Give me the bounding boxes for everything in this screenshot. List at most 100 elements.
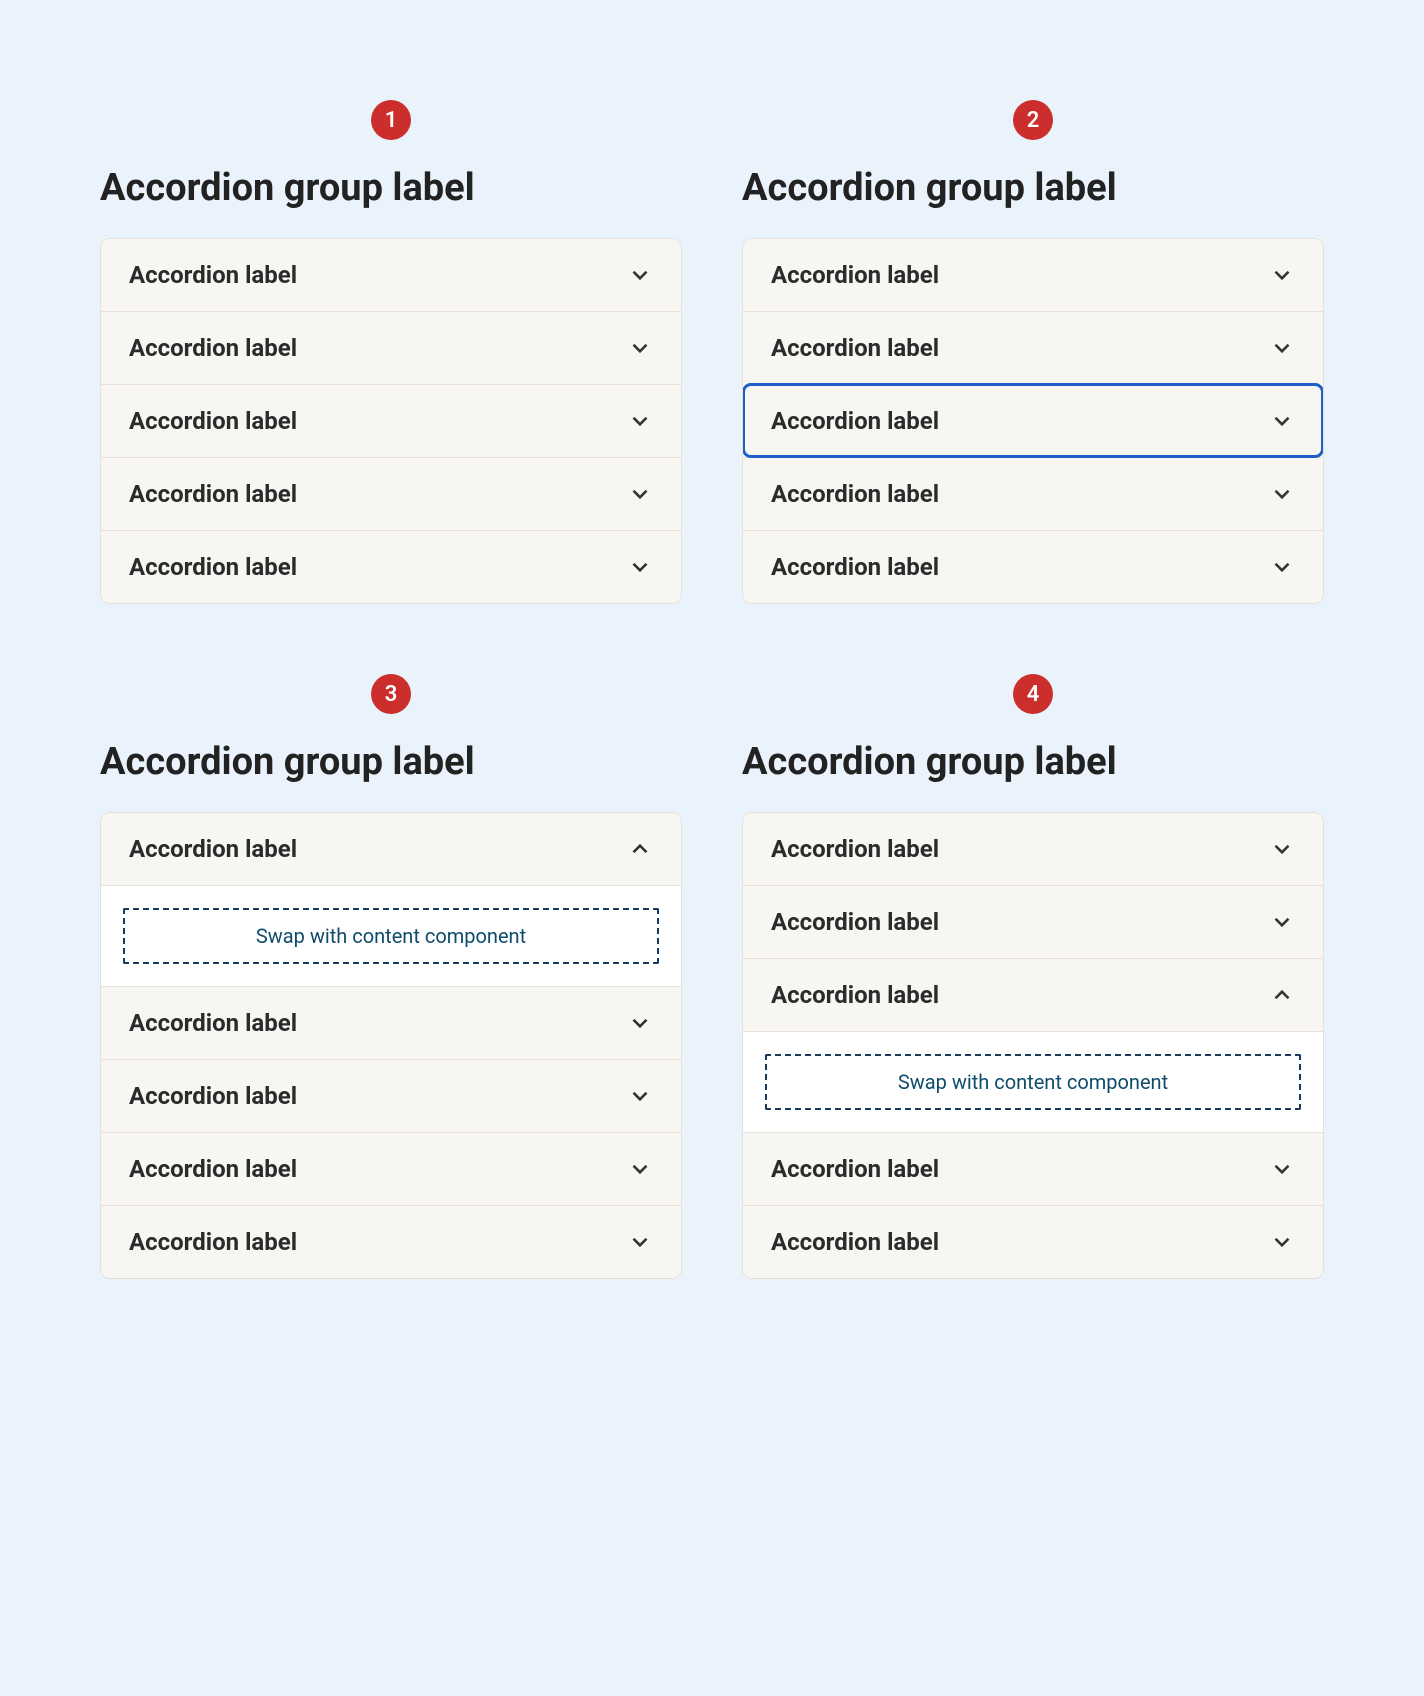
chevron-up-icon [1269, 982, 1295, 1008]
chevron-down-icon [627, 1229, 653, 1255]
accordion-label: Accordion label [771, 261, 939, 289]
accordion-item: Accordion label [101, 1059, 681, 1132]
accordion-label: Accordion label [129, 1228, 297, 1256]
accordion-group: Accordion label Accordion label Accordio… [100, 238, 682, 604]
chevron-down-icon [1269, 335, 1295, 361]
chevron-down-icon [1269, 481, 1295, 507]
accordion-header[interactable]: Accordion label [101, 311, 681, 384]
chevron-down-icon [627, 1156, 653, 1182]
accordion-item: Accordion label [743, 813, 1323, 885]
accordion-panel: Swap with content component [743, 1031, 1323, 1132]
accordion-header[interactable]: Accordion label [743, 530, 1323, 603]
accordion-label: Accordion label [771, 835, 939, 863]
accordion-item: Accordion label [101, 457, 681, 530]
accordion-label: Accordion label [129, 1082, 297, 1110]
accordion-item: Accordion label [743, 384, 1323, 457]
chevron-down-icon [1269, 1229, 1295, 1255]
accordion-item: Accordion label [101, 311, 681, 384]
accordion-label: Accordion label [771, 553, 939, 581]
accordion-group-label: Accordion group label [100, 166, 682, 210]
accordion-group: Accordion label Swap with content compon… [100, 812, 682, 1279]
accordion-header[interactable]: Accordion label [101, 530, 681, 603]
accordion-panel: Swap with content component [101, 885, 681, 986]
example-1: 1 Accordion group label Accordion label … [100, 100, 682, 604]
example-badge: 1 [371, 100, 411, 140]
accordion-label: Accordion label [129, 835, 297, 863]
chevron-down-icon [627, 1010, 653, 1036]
example-badge: 4 [1013, 674, 1053, 714]
accordion-header-focused[interactable]: Accordion label [743, 384, 1323, 457]
chevron-down-icon [627, 1083, 653, 1109]
accordion-item: Accordion label Swap with content compon… [101, 813, 681, 986]
accordion-header[interactable]: Accordion label [743, 1205, 1323, 1278]
accordion-label: Accordion label [771, 334, 939, 362]
accordion-item: Accordion label [101, 239, 681, 311]
accordion-item: Accordion label [743, 457, 1323, 530]
accordion-header[interactable]: Accordion label [101, 457, 681, 530]
accordion-header[interactable]: Accordion label [101, 986, 681, 1059]
example-3: 3 Accordion group label Accordion label … [100, 674, 682, 1279]
example-2: 2 Accordion group label Accordion label … [742, 100, 1324, 604]
accordion-label: Accordion label [129, 1009, 297, 1037]
accordion-item: Accordion label [743, 239, 1323, 311]
accordion-header[interactable]: Accordion label [743, 885, 1323, 958]
chevron-down-icon [1269, 262, 1295, 288]
accordion-item: Accordion label [743, 311, 1323, 384]
content-placeholder: Swap with content component [765, 1054, 1301, 1110]
accordion-item: Accordion label [101, 986, 681, 1059]
accordion-header[interactable]: Accordion label [743, 239, 1323, 311]
chevron-down-icon [627, 554, 653, 580]
accordion-item: Accordion label [743, 885, 1323, 958]
chevron-down-icon [1269, 408, 1295, 434]
accordion-group-label: Accordion group label [100, 740, 682, 784]
accordion-group-label: Accordion group label [742, 166, 1324, 210]
accordion-label: Accordion label [771, 1155, 939, 1183]
example-4: 4 Accordion group label Accordion label … [742, 674, 1324, 1279]
chevron-down-icon [627, 335, 653, 361]
accordion-header[interactable]: Accordion label [743, 813, 1323, 885]
accordion-item: Accordion label [743, 1205, 1323, 1278]
accordion-label: Accordion label [129, 553, 297, 581]
chevron-down-icon [1269, 909, 1295, 935]
accordion-header[interactable]: Accordion label [101, 1205, 681, 1278]
accordion-header[interactable]: Accordion label [101, 1059, 681, 1132]
accordion-label: Accordion label [129, 334, 297, 362]
accordion-item: Accordion label [101, 530, 681, 603]
accordion-group-label: Accordion group label [742, 740, 1324, 784]
accordion-label: Accordion label [771, 1228, 939, 1256]
accordion-label: Accordion label [129, 1155, 297, 1183]
content-placeholder: Swap with content component [123, 908, 659, 964]
accordion-item: Accordion label [743, 1132, 1323, 1205]
accordion-item: Accordion label [743, 530, 1323, 603]
accordion-label: Accordion label [771, 480, 939, 508]
accordion-group: Accordion label Accordion label Accordio… [742, 812, 1324, 1279]
accordion-header[interactable]: Accordion label [101, 1132, 681, 1205]
chevron-down-icon [1269, 836, 1295, 862]
accordion-group: Accordion label Accordion label Accordio… [742, 238, 1324, 604]
accordion-label: Accordion label [771, 407, 939, 435]
accordion-item: Accordion label Swap with content compon… [743, 958, 1323, 1132]
example-badge: 2 [1013, 100, 1053, 140]
chevron-down-icon [627, 481, 653, 507]
accordion-item: Accordion label [101, 1205, 681, 1278]
accordion-header[interactable]: Accordion label [743, 1132, 1323, 1205]
accordion-label: Accordion label [129, 480, 297, 508]
accordion-label: Accordion label [129, 407, 297, 435]
chevron-down-icon [627, 262, 653, 288]
chevron-down-icon [1269, 1156, 1295, 1182]
accordion-item: Accordion label [101, 384, 681, 457]
example-badge: 3 [371, 674, 411, 714]
accordion-header[interactable]: Accordion label [743, 457, 1323, 530]
accordion-header[interactable]: Accordion label [101, 813, 681, 885]
accordion-label: Accordion label [129, 261, 297, 289]
examples-grid: 1 Accordion group label Accordion label … [100, 100, 1324, 1279]
chevron-down-icon [1269, 554, 1295, 580]
accordion-header[interactable]: Accordion label [743, 311, 1323, 384]
chevron-down-icon [627, 408, 653, 434]
accordion-item: Accordion label [101, 1132, 681, 1205]
accordion-header[interactable]: Accordion label [743, 958, 1323, 1031]
accordion-label: Accordion label [771, 908, 939, 936]
accordion-label: Accordion label [771, 981, 939, 1009]
accordion-header[interactable]: Accordion label [101, 384, 681, 457]
accordion-header[interactable]: Accordion label [101, 239, 681, 311]
